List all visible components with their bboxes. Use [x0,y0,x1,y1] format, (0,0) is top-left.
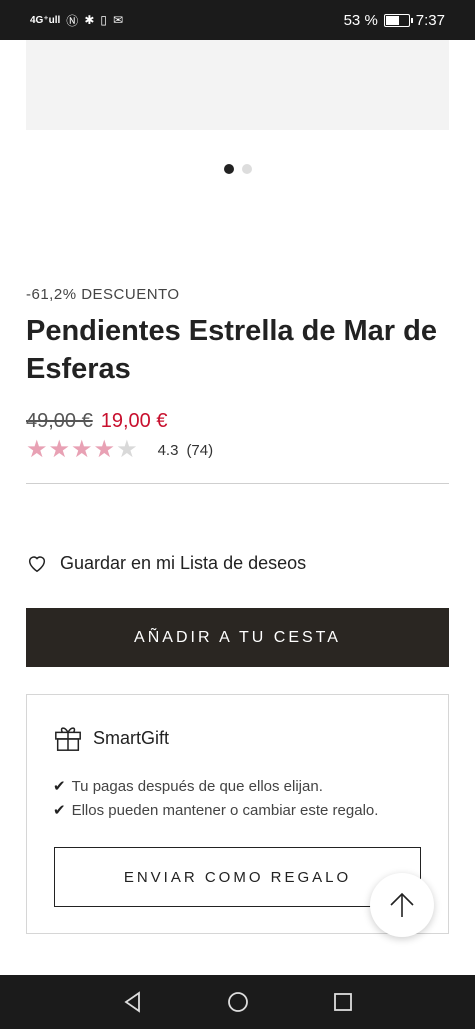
old-price: 49,00 € [26,410,93,432]
back-icon[interactable] [121,990,145,1014]
rating-stars: ★ ★ ★ ★ ★ [26,438,138,462]
smartgift-title: SmartGift [93,727,170,748]
clock: 7:37 [415,11,445,29]
wishlist-button[interactable]: Guardar en mi Lista de deseos [26,552,306,574]
check-icon: ✔ [53,778,66,795]
price-block: 49,00 € 19,00 € [26,410,167,433]
check-icon: ✔ [53,802,66,819]
vibrate-icon: ▯ [100,13,107,27]
rating[interactable]: ★ ★ ★ ★ ★ 4.3 (74) [26,438,213,462]
network-indicator: 4G⁺ull [30,14,61,26]
battery-percent: 53 % [343,11,378,29]
recents-icon[interactable] [331,990,355,1014]
mail-icon: ✉ [112,13,124,27]
gift-icon [55,727,81,751]
star-icon: ★ [48,436,71,463]
product-image[interactable] [26,40,449,130]
carousel-dot-2[interactable] [241,164,252,174]
battery-icon [383,13,413,27]
home-icon[interactable] [226,990,250,1014]
new-price: 19,00 € [100,410,168,432]
discount-label: -61,2% DESCUENTO [26,286,180,303]
send-as-gift-button[interactable]: ENVIAR COMO REGALO [54,847,421,907]
smartgift-header: SmartGift [53,723,169,753]
list-item: ✔ Tu pagas después de que ellos elijan. [53,775,378,799]
carousel-dot-1[interactable] [223,164,234,174]
star-icon: ★ [93,436,116,463]
list-item: ✔ Ellos pueden mantener o cambiar este re… [53,799,378,823]
rating-value: 4.3 [157,441,179,459]
rating-count: (74) [186,441,214,459]
wishlist-label: Guardar en mi Lista de deseos [60,552,307,573]
add-to-cart-button[interactable]: AÑADIR A TU CESTA [26,608,449,667]
star-icon: ★ [26,436,48,463]
star-icon: ★ [116,436,138,463]
divider [26,483,449,484]
arrow-up-icon [390,892,414,917]
point-text: Tu pagas después de que ellos elijan. [71,778,323,795]
status-right: 53 % 7:37 [344,12,445,29]
status-left: 4G⁺ull Ⓝ ✱ ▯ ✉ [30,12,123,29]
status-bar: 4G⁺ull Ⓝ ✱ ▯ ✉ 53 % 7:37 [0,0,475,40]
nfc-icon: Ⓝ [66,13,79,28]
point-text: Ellos pueden mantener o cambiar este reg… [71,802,379,819]
star-icon: ★ [71,436,93,463]
carousel-dots [0,164,475,174]
product-title: Pendientes Estrella de Mar de Esferas [26,315,437,385]
android-nav-bar [0,975,475,1029]
smartgift-points: ✔ Tu pagas después de que ellos elijan. ✔… [53,775,378,823]
heart-icon [28,556,46,573]
scroll-to-top-button[interactable] [370,873,434,937]
bluetooth-icon: ✱ [84,13,95,27]
